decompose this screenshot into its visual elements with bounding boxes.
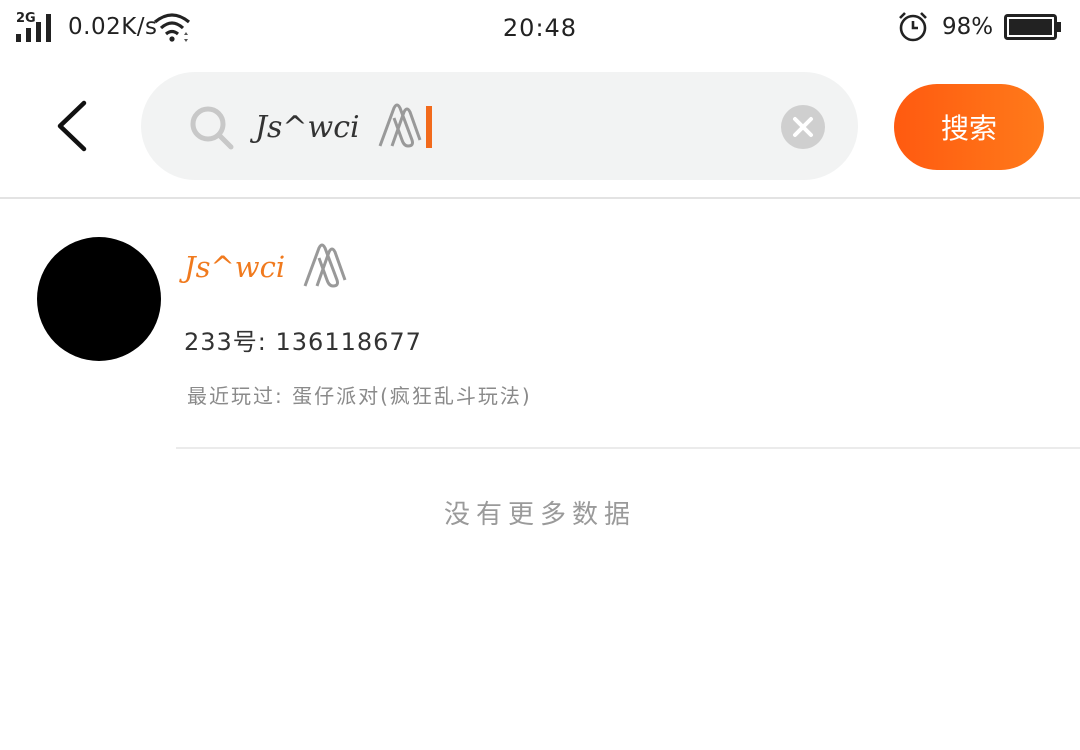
no-more-data: 没有更多数据 xyxy=(443,500,636,530)
recent-played: 最近玩过: 蛋仔派对(疯狂乱斗玩法) xyxy=(187,384,532,408)
text-cursor xyxy=(425,106,432,148)
back-arrow-icon[interactable] xyxy=(48,95,98,157)
user-name-text: Js^wci xyxy=(184,250,286,284)
search-input[interactable]: Js^wci xyxy=(255,102,432,152)
search-box[interactable]: Js^wci xyxy=(141,72,858,180)
search-query-text: Js^wci xyxy=(255,109,360,145)
clear-icon[interactable] xyxy=(780,104,826,150)
header-divider xyxy=(0,197,1080,199)
paperclip-icon xyxy=(378,103,422,148)
search-button[interactable]: 搜索 xyxy=(894,84,1044,170)
user-name: Js^wci xyxy=(184,242,349,292)
battery-icon xyxy=(1004,14,1061,40)
user-id: 233号: 136118677 xyxy=(184,328,422,356)
avatar[interactable] xyxy=(37,237,161,361)
result-item[interactable]: Js^wci 233号: 136118677 最近玩过: 蛋仔派对(疯狂乱斗玩法… xyxy=(0,200,1080,448)
item-divider xyxy=(176,447,1080,449)
search-icon xyxy=(190,106,234,150)
paperclip-icon xyxy=(303,243,347,288)
battery-percent: 98% xyxy=(942,14,994,40)
alarm-icon xyxy=(899,12,927,42)
status-bar: 2G 0.02K/s 20:48 98% xyxy=(0,0,1080,56)
